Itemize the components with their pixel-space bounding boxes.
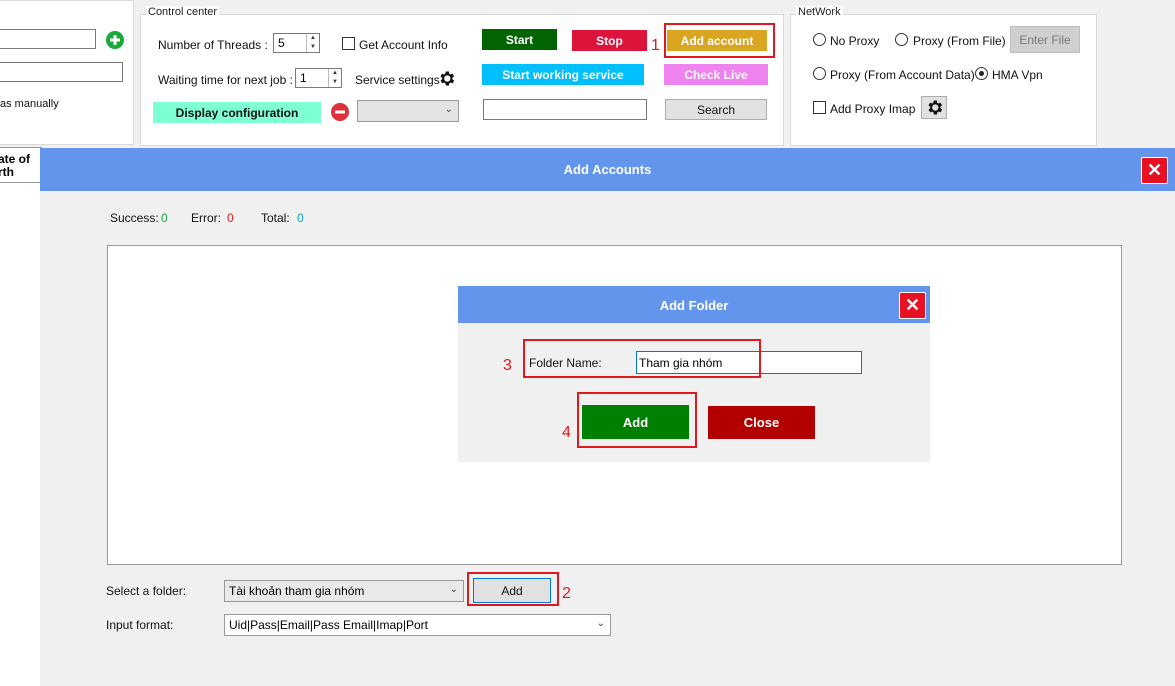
step-4: 4 bbox=[562, 424, 571, 441]
add-proxy-imap-label: Add Proxy Imap bbox=[830, 102, 916, 116]
add-folder-title: Add Folder bbox=[659, 298, 729, 313]
chevron-down-icon: ⌄ bbox=[596, 618, 605, 629]
error-label: Error: bbox=[191, 211, 221, 225]
success-label: Success: bbox=[110, 211, 159, 225]
service-settings-label: Service settings bbox=[355, 73, 440, 87]
get-account-info-checkbox[interactable] bbox=[342, 37, 355, 50]
annotation-box-folder-name bbox=[523, 339, 761, 378]
enter-file-button[interactable]: Enter File bbox=[1010, 26, 1080, 53]
add-proxy-imap-checkbox[interactable] bbox=[813, 101, 826, 114]
left-input-2[interactable] bbox=[0, 62, 123, 82]
chevron-down-icon: ⌄ bbox=[444, 104, 453, 115]
start-button[interactable]: Start bbox=[482, 29, 557, 50]
get-account-info-label: Get Account Info bbox=[359, 38, 448, 52]
threads-label: Number of Threads : bbox=[158, 38, 268, 52]
input-format-select[interactable]: Uid|Pass|Email|Pass Email|Imap|Port ⌄ bbox=[224, 614, 611, 636]
manual-text: as manually bbox=[0, 98, 59, 110]
add-circle-icon[interactable] bbox=[106, 31, 124, 49]
proxy-file-label: Proxy (From File) bbox=[913, 34, 1006, 48]
network-title: NetWork bbox=[796, 6, 843, 18]
dialog-close-button[interactable]: Close bbox=[708, 406, 815, 439]
config-select[interactable]: ⌄ bbox=[357, 100, 459, 122]
stop-button[interactable]: Stop bbox=[572, 30, 647, 51]
add-folder-titlebar: Add Folder ✕ bbox=[458, 286, 930, 323]
annotation-box-add-folder bbox=[467, 572, 559, 606]
wait-label: Waiting time for next job : bbox=[158, 73, 293, 87]
close-icon[interactable]: ✕ bbox=[899, 292, 926, 319]
table-header-cell: ate of rth bbox=[0, 147, 42, 183]
proxy-account-radio[interactable] bbox=[813, 67, 826, 80]
network-settings-button[interactable] bbox=[921, 96, 947, 119]
add-accounts-title: Add Accounts bbox=[563, 162, 652, 177]
column-header-text: ate of rth bbox=[0, 152, 31, 179]
gear-icon bbox=[928, 100, 943, 115]
search-button[interactable]: Search bbox=[665, 99, 767, 120]
minus-circle-icon[interactable] bbox=[331, 103, 349, 121]
wait-stepper[interactable]: 1 ▲ ▼ bbox=[295, 68, 342, 88]
select-folder-label: Select a folder: bbox=[106, 584, 187, 598]
input-format-value: Uid|Pass|Email|Pass Email|Imap|Port bbox=[229, 618, 428, 632]
start-working-service-button[interactable]: Start working service bbox=[482, 64, 644, 85]
step-3: 3 bbox=[503, 357, 512, 374]
step-1: 1 bbox=[651, 37, 660, 54]
close-icon[interactable]: ✕ bbox=[1141, 157, 1168, 184]
total-label: Total: bbox=[261, 211, 290, 225]
control-center-title: Control center bbox=[146, 6, 220, 18]
folder-select-value: Tài khoản tham gia nhóm bbox=[229, 584, 365, 598]
display-configuration-button[interactable]: Display configuration bbox=[153, 102, 321, 123]
proxy-account-label: Proxy (From Account Data) bbox=[830, 68, 975, 82]
hma-vpn-label: HMA Vpn bbox=[992, 68, 1043, 82]
input-format-label: Input format: bbox=[106, 618, 174, 632]
total-value: 0 bbox=[297, 211, 304, 225]
step-2: 2 bbox=[562, 585, 571, 602]
check-live-button[interactable]: Check Live bbox=[664, 64, 768, 85]
wait-value: 1 bbox=[300, 71, 307, 85]
no-proxy-label: No Proxy bbox=[830, 34, 880, 48]
left-input-1[interactable] bbox=[0, 29, 96, 49]
error-value: 0 bbox=[227, 211, 234, 225]
folder-select[interactable]: Tài khoản tham gia nhóm ⌄ bbox=[224, 580, 464, 602]
left-panel: as manually bbox=[0, 0, 134, 145]
chevron-down-icon: ⌄ bbox=[449, 584, 458, 595]
threads-stepper[interactable]: 5 ▲ ▼ bbox=[273, 33, 320, 53]
hma-vpn-radio[interactable] bbox=[975, 67, 988, 80]
annotation-box-dialog-add bbox=[577, 392, 697, 448]
gear-icon[interactable] bbox=[437, 69, 456, 88]
annotation-box-add-account bbox=[664, 23, 775, 58]
add-accounts-titlebar: Add Accounts ✕ bbox=[40, 148, 1175, 191]
threads-value: 5 bbox=[278, 36, 285, 50]
proxy-file-radio[interactable] bbox=[895, 33, 908, 46]
search-input[interactable] bbox=[483, 99, 647, 120]
success-value: 0 bbox=[161, 211, 168, 225]
no-proxy-radio[interactable] bbox=[813, 33, 826, 46]
background-grid bbox=[0, 183, 40, 686]
